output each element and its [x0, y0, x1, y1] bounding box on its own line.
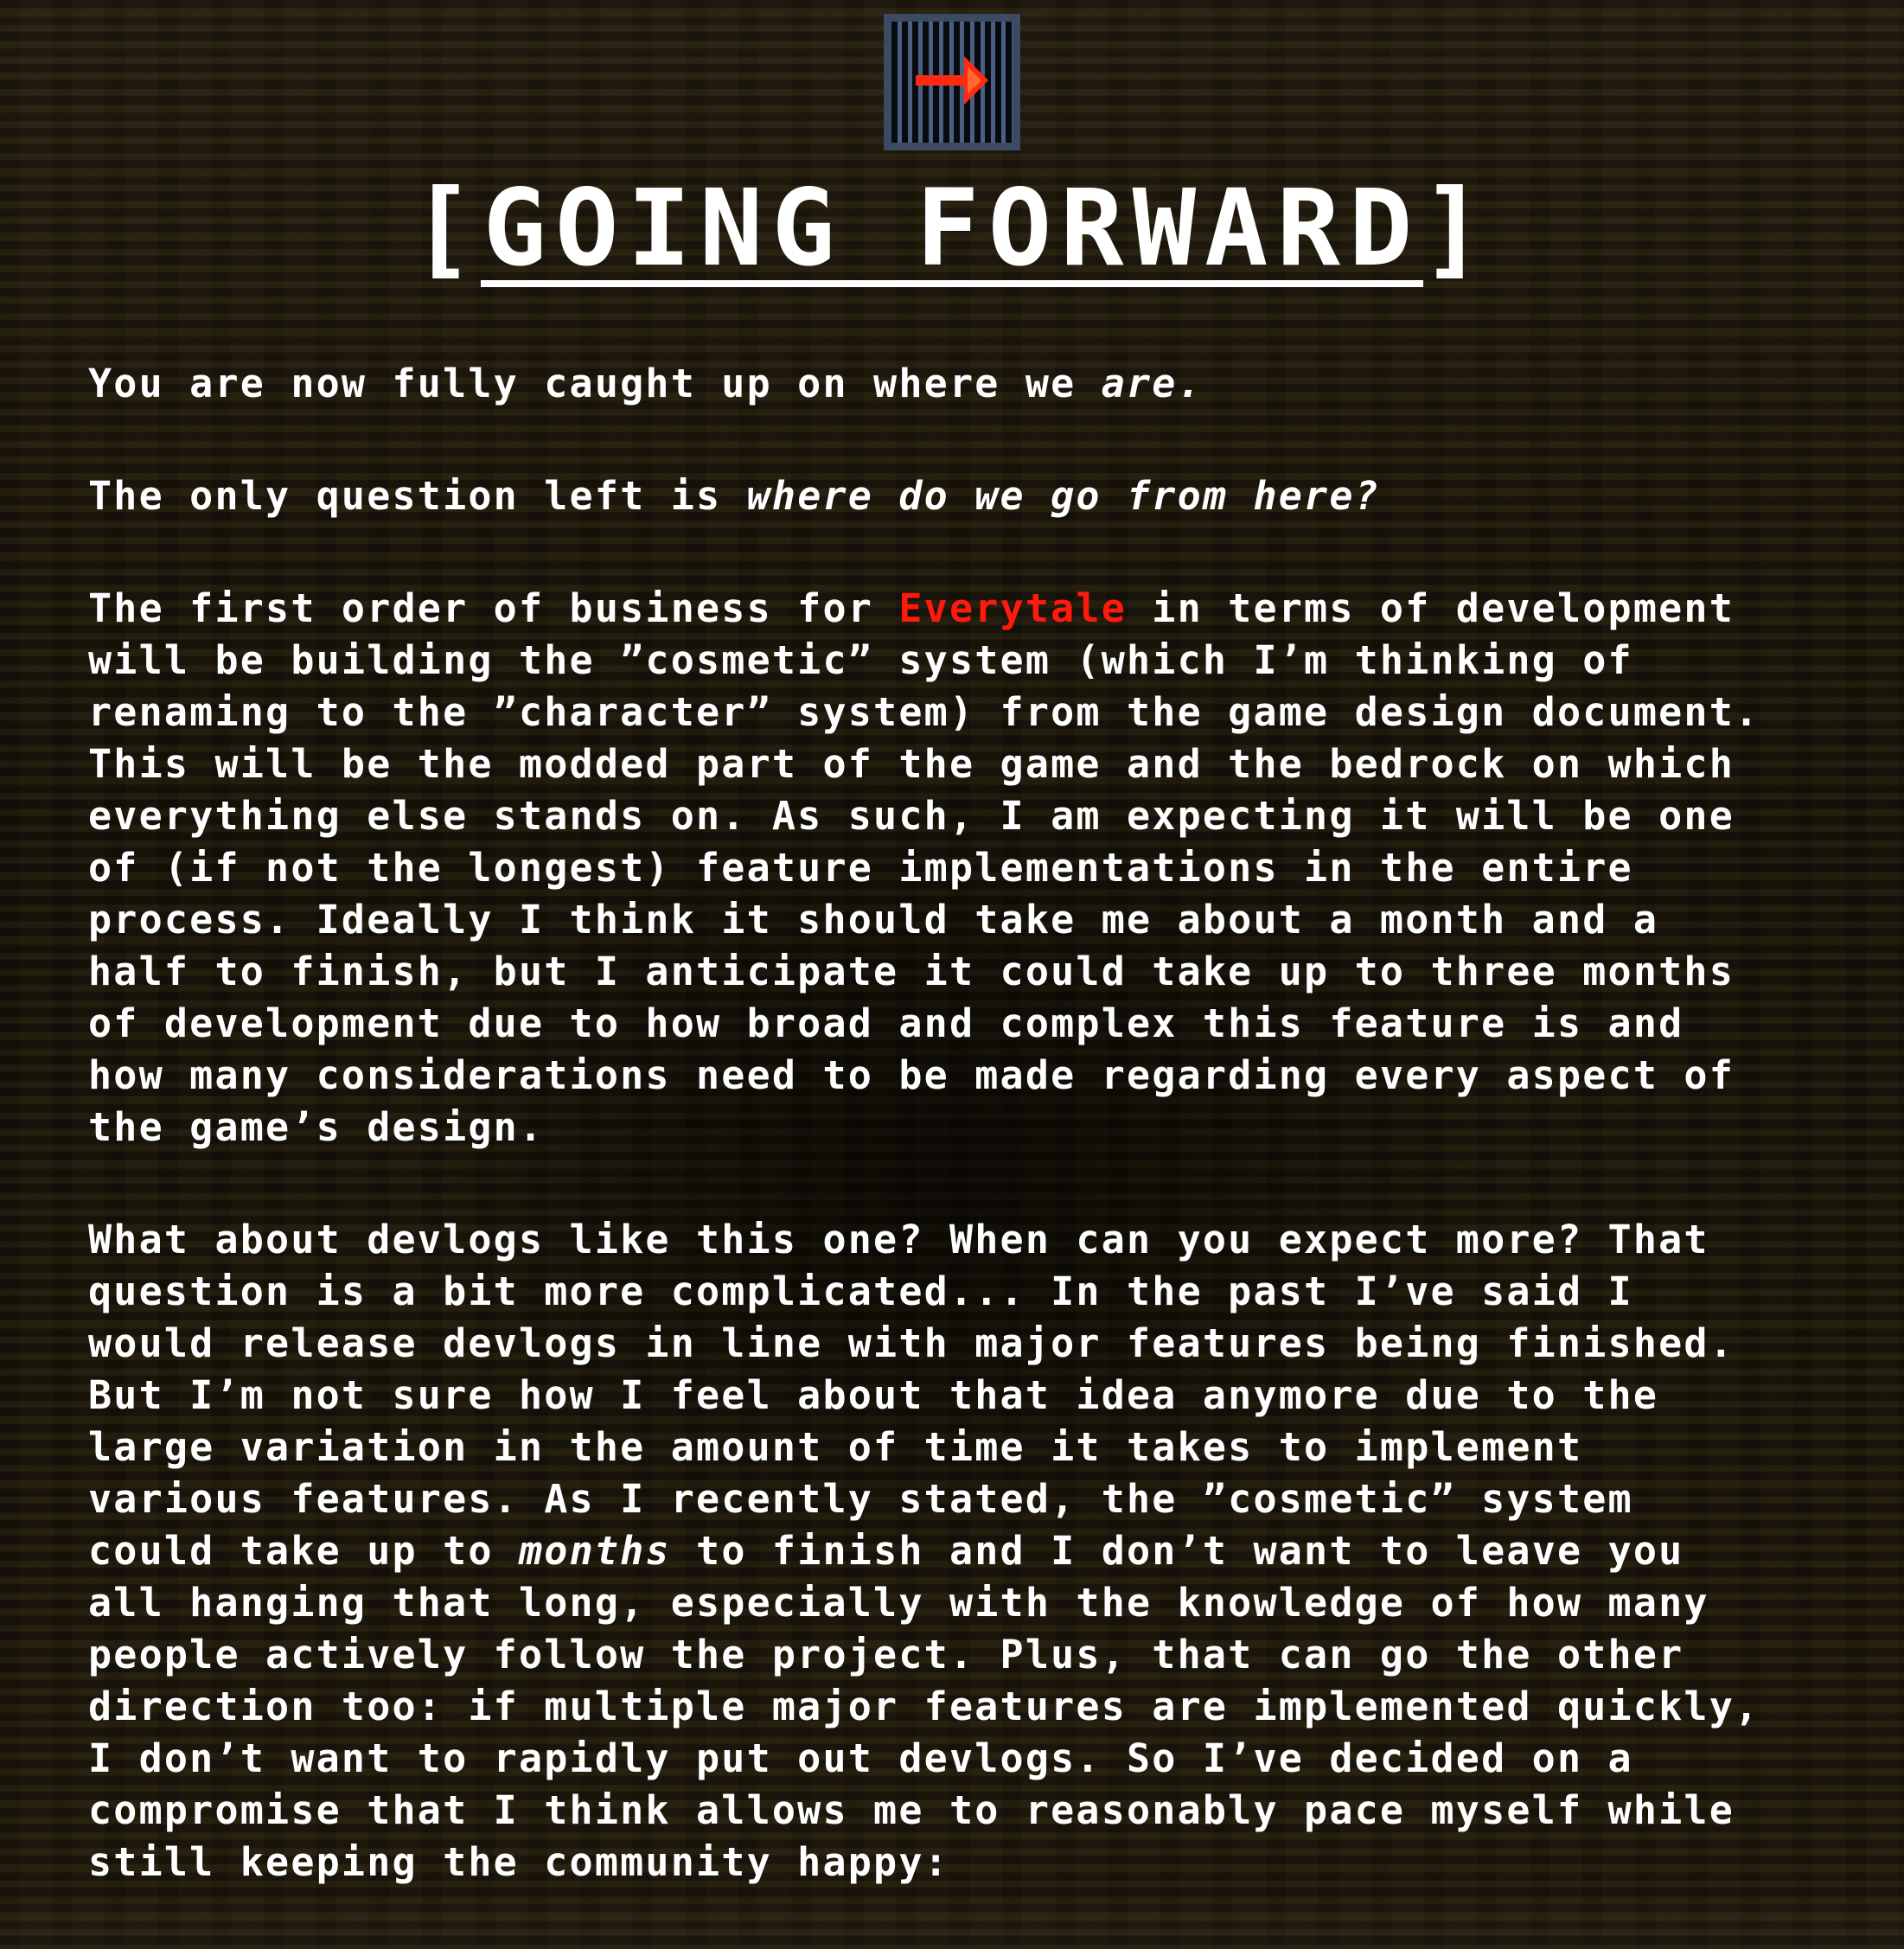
paragraph-text: The only question left is	[88, 473, 747, 519]
emphasis-text: are.	[1101, 361, 1203, 406]
paragraph-first-order: The first order of business for Everytal…	[88, 583, 1852, 1153]
paragraph-text: to finish and I don’t want to leave you …	[88, 1528, 1760, 1885]
paragraph-text: The first order of business for	[88, 585, 899, 631]
red-arrow-icon	[916, 56, 988, 105]
page-title: [GOING FORWARD]	[411, 167, 1493, 290]
paragraph-text: What about devlogs like this one? When c…	[88, 1217, 1735, 1574]
exit-arrow-grate-icon	[891, 22, 1013, 143]
paragraph-question: The only question left is where do we go…	[88, 470, 1852, 522]
exit-arrow-icon-frame	[884, 14, 1020, 150]
emphasis-text: where do we go from here?	[746, 473, 1380, 519]
game-name-highlight: Everytale	[898, 585, 1127, 631]
article-body: You are now fully caught up on where we …	[88, 358, 1852, 1949]
title-underline	[481, 280, 1423, 287]
paragraph-caught-up: You are now fully caught up on where we …	[88, 358, 1852, 410]
page-title-container: [GOING FORWARD]	[0, 169, 1904, 287]
emphasis-text: months	[518, 1528, 671, 1574]
paragraph-devlogs: What about devlogs like this one? When c…	[88, 1214, 1852, 1888]
paragraph-text: You are now fully caught up on where we	[88, 361, 1102, 406]
paragraph-text: in terms of development will be building…	[88, 585, 1760, 1150]
